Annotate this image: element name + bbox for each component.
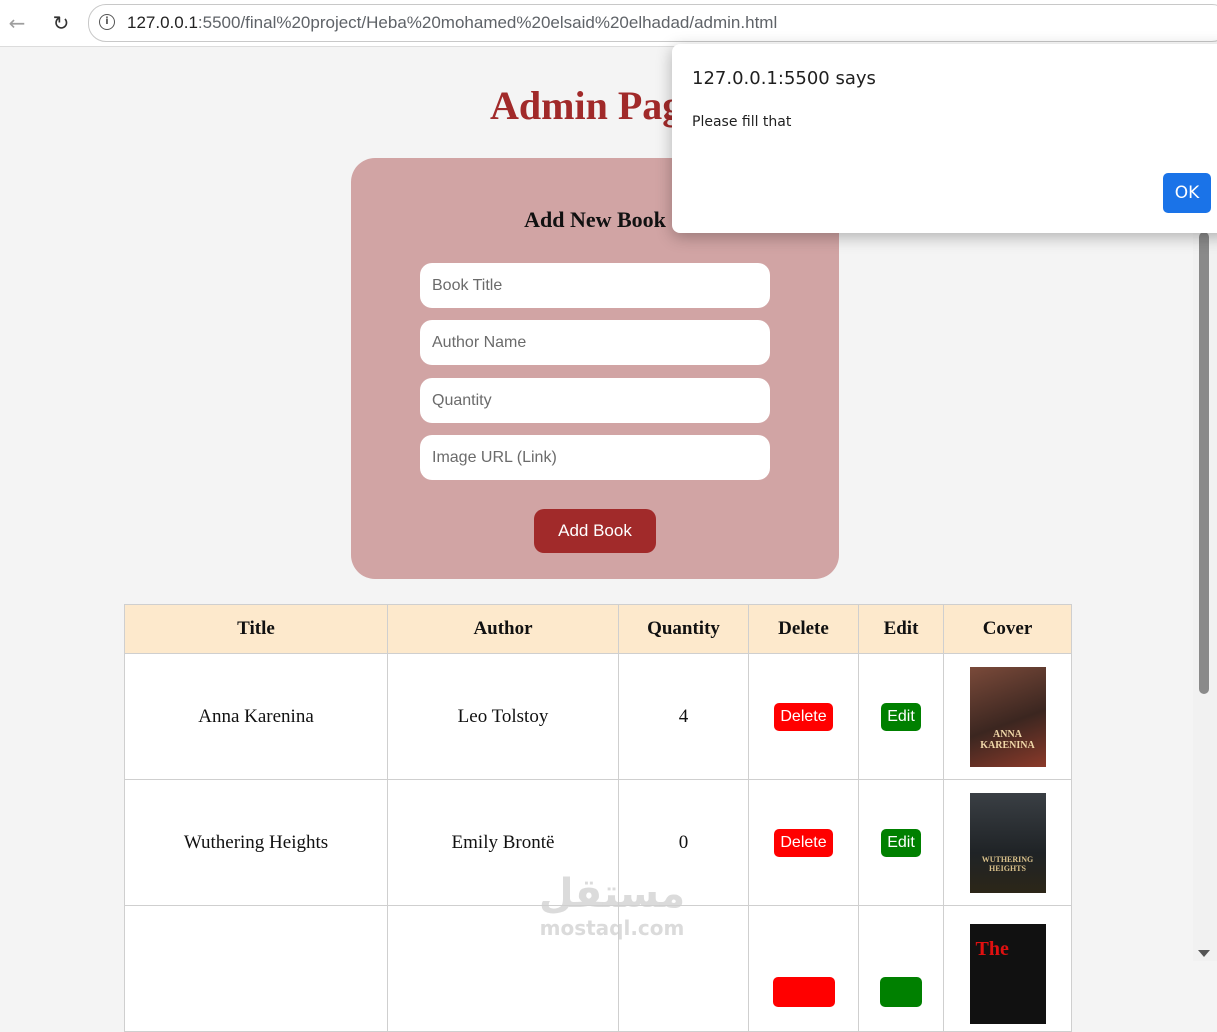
cell-title: Wuthering Heights: [124, 779, 388, 906]
cell-delete: Delete: [748, 653, 859, 780]
book-cover-image: The: [969, 923, 1046, 1024]
header-edit: Edit: [858, 604, 944, 654]
cover-title: ANNA KARENINA: [980, 728, 1035, 751]
dialog-title: 127.0.0.1:5500 says: [692, 68, 876, 89]
cover-title: The: [975, 937, 1009, 960]
delete-button[interactable]: Delete: [774, 702, 833, 731]
book-cover-image: WUTHERING HEIGHTS: [969, 792, 1046, 893]
table-header-row: Title Author Quantity Delete Edit Cover: [124, 604, 1072, 654]
reload-icon[interactable]: ↻: [48, 10, 74, 36]
browser-toolbar: ← ↻ i 127.0.0.1:5500/final%20project/Heb…: [0, 0, 1217, 47]
header-cover: Cover: [943, 604, 1072, 654]
mostaql-watermark: مستقل mostaql.com: [537, 872, 687, 940]
cell-title: [124, 905, 388, 1032]
cell-title: Anna Karenina: [124, 653, 388, 780]
alert-dialog: 127.0.0.1:5500 says Please fill that OK: [672, 44, 1217, 233]
back-arrow-icon[interactable]: ←: [4, 10, 30, 36]
edit-button[interactable]: Edit: [881, 702, 921, 731]
watermark-arabic: مستقل: [538, 871, 686, 917]
site-info-icon[interactable]: i: [99, 14, 115, 30]
cell-delete: [748, 905, 859, 1032]
header-title: Title: [124, 604, 388, 654]
add-book-button[interactable]: Add Book: [534, 509, 656, 553]
table-row: Anna Karenina Leo Tolstoy 4 Delete Edit …: [124, 653, 1072, 780]
cell-edit: [858, 905, 944, 1032]
author-name-input[interactable]: [420, 320, 770, 365]
image-url-input[interactable]: [420, 435, 770, 480]
header-quantity: Quantity: [618, 604, 749, 654]
cell-cover: The: [943, 905, 1072, 1032]
cell-edit: Edit: [858, 653, 944, 780]
cell-edit: Edit: [858, 779, 944, 906]
dialog-message: Please fill that: [692, 114, 792, 130]
delete-button[interactable]: Delete: [774, 828, 833, 857]
address-bar[interactable]: i 127.0.0.1:5500/final%20project/Heba%20…: [88, 4, 1217, 42]
books-table: Title Author Quantity Delete Edit Cover …: [124, 604, 1072, 1032]
cell-cover: ANNA KARENINA: [943, 653, 1072, 780]
book-title-input[interactable]: [420, 263, 770, 308]
cell-author: Leo Tolstoy: [387, 653, 619, 780]
url-host: 127.0.0.1: [127, 13, 198, 32]
edit-button[interactable]: Edit: [881, 828, 921, 857]
cell-cover: WUTHERING HEIGHTS: [943, 779, 1072, 906]
delete-button[interactable]: [772, 977, 835, 1007]
cell-delete: Delete: [748, 779, 859, 906]
scrollbar-thumb[interactable]: [1199, 232, 1209, 694]
header-author: Author: [387, 604, 619, 654]
url-path: :5500/final%20project/Heba%20mohamed%20e…: [197, 13, 778, 32]
url-text: 127.0.0.1:5500/final%20project/Heba%20mo…: [127, 13, 777, 33]
ok-button[interactable]: OK: [1163, 173, 1211, 213]
edit-button[interactable]: [880, 977, 922, 1007]
header-delete: Delete: [748, 604, 859, 654]
book-cover-image: ANNA KARENINA: [969, 666, 1046, 767]
scroll-down-arrow-icon[interactable]: [1198, 950, 1210, 957]
cell-quantity: 4: [618, 653, 749, 780]
cover-title: WUTHERING HEIGHTS: [981, 854, 1034, 873]
watermark-latin: mostaql.com: [539, 916, 685, 940]
quantity-input[interactable]: [420, 378, 770, 423]
